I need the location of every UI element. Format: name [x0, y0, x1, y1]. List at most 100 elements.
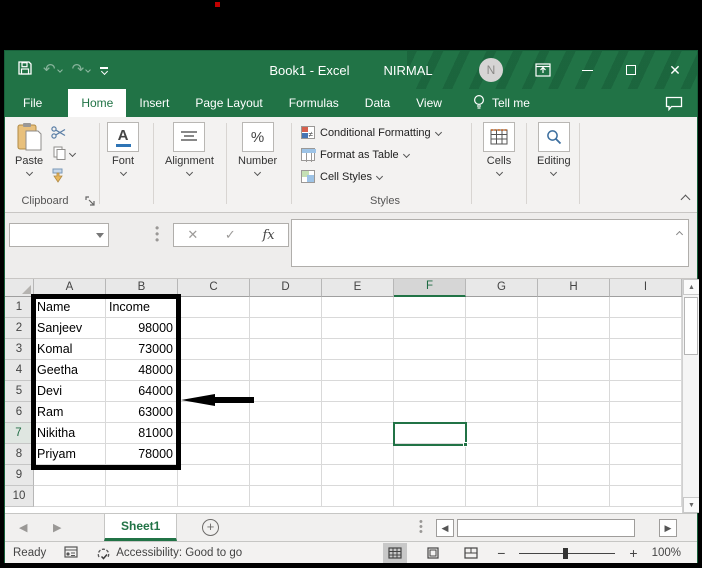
tab-formulas[interactable]: Formulas	[276, 89, 352, 117]
cell-I7[interactable]	[610, 423, 682, 444]
cell-D9[interactable]	[250, 465, 322, 486]
cell-I2[interactable]	[610, 318, 682, 339]
column-header-C[interactable]: C	[178, 279, 250, 297]
name-box-dropdown-icon[interactable]	[96, 232, 104, 238]
cell-G7[interactable]	[466, 423, 538, 444]
cell-C2[interactable]	[178, 318, 250, 339]
conditional-formatting-button[interactable]: ≠ Conditional Formatting	[301, 126, 442, 139]
maximize-button[interactable]	[609, 51, 653, 89]
feedback-comment-icon[interactable]	[665, 89, 697, 117]
paste-button[interactable]: Paste	[15, 122, 43, 177]
cell-F2[interactable]	[394, 318, 466, 339]
cell-G10[interactable]	[466, 486, 538, 507]
cell-G1[interactable]	[466, 297, 538, 318]
cell-G9[interactable]	[466, 465, 538, 486]
cell-E5[interactable]	[322, 381, 394, 402]
avatar[interactable]: N	[479, 58, 503, 82]
row-header-6[interactable]: 6	[5, 402, 34, 423]
column-header-I[interactable]: I	[610, 279, 682, 297]
cell-G8[interactable]	[466, 444, 538, 465]
cell-F6[interactable]	[394, 402, 466, 423]
cell-E10[interactable]	[322, 486, 394, 507]
row-header-4[interactable]: 4	[5, 360, 34, 381]
zoom-out-button[interactable]: −	[497, 546, 505, 560]
cell-F10[interactable]	[394, 486, 466, 507]
tell-me-box[interactable]: Tell me	[463, 89, 540, 117]
accessibility-status[interactable]: Accessibility: Good to go	[96, 546, 242, 560]
cell-E2[interactable]	[322, 318, 394, 339]
cell-D3[interactable]	[250, 339, 322, 360]
cell-H7[interactable]	[538, 423, 610, 444]
cell-E4[interactable]	[322, 360, 394, 381]
minimize-button[interactable]	[565, 51, 609, 89]
zoom-in-button[interactable]: +	[629, 546, 637, 560]
cell-I10[interactable]	[610, 486, 682, 507]
tab-scroll-split-handle[interactable]: • • •	[419, 517, 423, 538]
cell-D5[interactable]	[250, 381, 322, 402]
zoom-level[interactable]: 100%	[652, 547, 681, 559]
vertical-scrollbar[interactable]: ▲ ▼	[682, 279, 699, 513]
cell-styles-button[interactable]: Cell Styles	[301, 170, 384, 183]
clipboard-dialog-launcher-icon[interactable]	[85, 196, 97, 208]
horizontal-scroll-thumb[interactable]	[457, 519, 635, 537]
cell-H5[interactable]	[538, 381, 610, 402]
cell-D8[interactable]	[250, 444, 322, 465]
number-group-button[interactable]: % Number	[238, 122, 277, 177]
cell-C3[interactable]	[178, 339, 250, 360]
cell-E6[interactable]	[322, 402, 394, 423]
status-mode[interactable]: Ready	[13, 547, 46, 559]
formula-input[interactable]	[291, 219, 689, 267]
cell-I5[interactable]	[610, 381, 682, 402]
cell-C9[interactable]	[178, 465, 250, 486]
zoom-slider[interactable]	[519, 547, 616, 559]
font-group-button[interactable]: A Font	[107, 122, 139, 177]
insert-function-icon[interactable]: fx	[262, 228, 274, 243]
cell-E8[interactable]	[322, 444, 394, 465]
row-header-3[interactable]: 3	[5, 339, 34, 360]
collapse-ribbon-chevron-icon[interactable]	[680, 194, 691, 206]
cell-C8[interactable]	[178, 444, 250, 465]
cell-D1[interactable]	[250, 297, 322, 318]
vertical-scroll-thumb[interactable]	[684, 297, 698, 355]
cell-H1[interactable]	[538, 297, 610, 318]
cut-button[interactable]	[51, 126, 66, 139]
cell-F4[interactable]	[394, 360, 466, 381]
cell-G5[interactable]	[466, 381, 538, 402]
row-header-9[interactable]: 9	[5, 465, 34, 486]
row-header-5[interactable]: 5	[5, 381, 34, 402]
cell-C4[interactable]	[178, 360, 250, 381]
cell-I8[interactable]	[610, 444, 682, 465]
save-icon[interactable]	[17, 60, 33, 81]
row-header-1[interactable]: 1	[5, 297, 34, 318]
cell-H10[interactable]	[538, 486, 610, 507]
cell-D7[interactable]	[250, 423, 322, 444]
column-header-H[interactable]: H	[538, 279, 610, 297]
copy-button[interactable]	[53, 146, 77, 160]
format-as-table-button[interactable]: Format as Table	[301, 148, 410, 162]
cell-H6[interactable]	[538, 402, 610, 423]
row-header-7[interactable]: 7	[5, 423, 34, 444]
new-sheet-button[interactable]: +	[202, 519, 219, 536]
row-header-10[interactable]: 10	[5, 486, 34, 507]
cell-A10[interactable]	[34, 486, 106, 507]
cell-F9[interactable]	[394, 465, 466, 486]
sheet-nav-right-icon[interactable]: ▶	[53, 521, 61, 534]
redo-button[interactable]: ↷	[72, 61, 91, 79]
view-page-layout-icon[interactable]	[421, 543, 445, 563]
cell-D2[interactable]	[250, 318, 322, 339]
ribbon-display-options-icon[interactable]	[521, 51, 565, 89]
cell-C10[interactable]	[178, 486, 250, 507]
cells-group-button[interactable]: Cells	[483, 122, 515, 177]
tab-file[interactable]: File	[5, 89, 60, 117]
close-button[interactable]: ✕	[653, 51, 697, 89]
cell-H3[interactable]	[538, 339, 610, 360]
cell-E7[interactable]	[322, 423, 394, 444]
cell-C7[interactable]	[178, 423, 250, 444]
zoom-slider-thumb[interactable]	[563, 547, 569, 559]
macro-record-icon[interactable]	[64, 545, 78, 561]
undo-button[interactable]: ↶	[43, 61, 63, 79]
cell-B10[interactable]	[106, 486, 178, 507]
scroll-down-arrow-icon[interactable]: ▼	[683, 497, 699, 513]
cell-F1[interactable]	[394, 297, 466, 318]
format-painter-button[interactable]	[51, 168, 66, 183]
